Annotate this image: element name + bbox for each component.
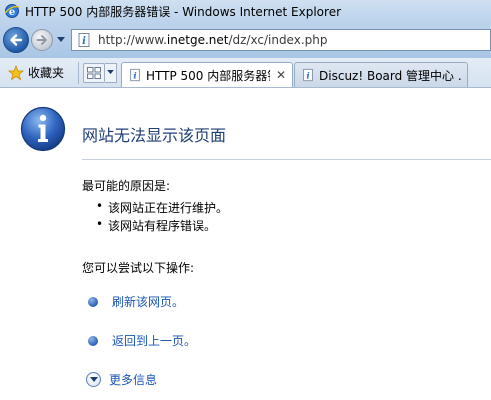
tab-discuz-board[interactable]: i Discuz! Board 管理中心 ... bbox=[294, 62, 469, 87]
tab-label: Discuz! Board 管理中心 ... bbox=[319, 68, 462, 83]
quick-tabs-button[interactable] bbox=[83, 62, 106, 83]
window-title: HTTP 500 内部服务器错误 - Windows Internet Expl… bbox=[25, 4, 342, 19]
more-info-action[interactable]: 更多信息 bbox=[86, 371, 157, 388]
go-back-link[interactable]: 返回到上一页。 bbox=[112, 332, 196, 349]
info-icon bbox=[20, 106, 66, 152]
window-titlebar: e HTTP 500 内部服务器错误 - Windows Internet Ex… bbox=[0, 0, 491, 22]
try-title: 您可以尝试以下操作: bbox=[82, 261, 195, 275]
favorites-label: 收藏夹 bbox=[28, 66, 65, 80]
svg-text:i: i bbox=[306, 72, 309, 82]
divider bbox=[82, 159, 491, 160]
recent-pages-dropdown[interactable] bbox=[55, 32, 67, 48]
chevron-down-icon bbox=[107, 70, 114, 75]
refresh-link[interactable]: 刷新该网页。 bbox=[112, 293, 184, 310]
navigation-bar: i http://www. inetge.net/dz/xc/index.php bbox=[0, 22, 491, 58]
page-icon: i bbox=[130, 68, 140, 82]
quick-tabs-icon bbox=[87, 66, 102, 79]
arrow-right-icon bbox=[36, 35, 47, 45]
close-tab-icon[interactable]: ✕ bbox=[276, 68, 286, 82]
page-content: 网站无法显示该页面 最可能的原因是: 该网站正在进行维护。 该网站有程序错误。 … bbox=[0, 89, 491, 400]
reason-item: 该网站正在进行维护。 bbox=[96, 199, 228, 216]
reason-item: 该网站有程序错误。 bbox=[96, 217, 216, 234]
back-action: 返回到上一页。 bbox=[86, 332, 196, 349]
page-icon: i bbox=[303, 68, 313, 82]
expand-down-icon[interactable] bbox=[86, 372, 101, 387]
page-icon: i bbox=[78, 33, 90, 47]
refresh-action: 刷新该网页。 bbox=[86, 293, 184, 310]
reasons-title: 最可能的原因是: bbox=[82, 179, 171, 193]
tab-list-dropdown[interactable] bbox=[105, 62, 118, 83]
svg-text:i: i bbox=[133, 72, 136, 82]
favorites-button[interactable]: 收藏夹 bbox=[0, 61, 70, 85]
forward-button[interactable] bbox=[31, 29, 53, 51]
bullet-icon bbox=[88, 335, 98, 346]
toolbar-separator bbox=[78, 61, 80, 84]
more-info-link[interactable]: 更多信息 bbox=[109, 371, 157, 388]
url-prefix: http://www. bbox=[98, 33, 167, 47]
svg-text:i: i bbox=[82, 36, 86, 47]
tab-http-500[interactable]: i HTTP 500 内部服务器错... ✕ bbox=[121, 62, 294, 87]
tab-label: HTTP 500 内部服务器错... bbox=[146, 68, 270, 83]
star-icon bbox=[8, 64, 24, 80]
url-path: /dz/xc/index.php bbox=[228, 33, 328, 47]
back-button[interactable] bbox=[3, 27, 29, 53]
bullet-icon bbox=[88, 296, 98, 307]
arrow-left-icon bbox=[10, 34, 23, 46]
page-title: 网站无法显示该页面 bbox=[82, 126, 227, 145]
internet-explorer-icon: e bbox=[4, 4, 20, 18]
chevron-down-icon bbox=[57, 37, 65, 42]
tab-bar: 收藏夹 i HTTP 500 内部服务器错... ✕ i Discuz! Boa… bbox=[0, 58, 491, 88]
address-bar[interactable]: i http://www. inetge.net/dz/xc/index.php bbox=[71, 29, 491, 51]
url-host: inetge.net bbox=[166, 33, 229, 47]
